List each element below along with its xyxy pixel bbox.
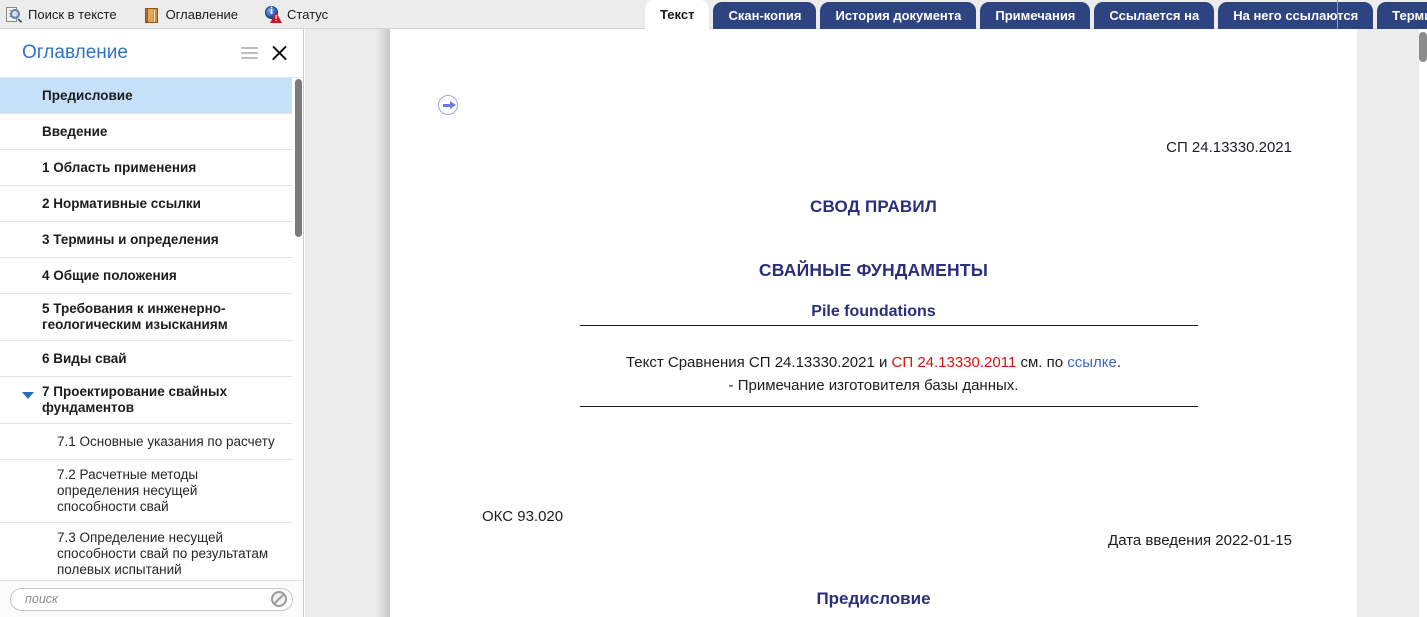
document-title-ru: СВАЙНЫЕ ФУНДАМЕНТЫ <box>758 260 989 280</box>
toc-search-wrapper <box>10 587 293 611</box>
tab-references-to[interactable]: Ссылается на <box>1094 2 1215 29</box>
top-toolbar: Поиск в тексте Оглавление Статус Текст С… <box>0 0 1427 29</box>
clear-circle-slash-icon[interactable] <box>271 590 287 607</box>
note-prefix: Текст Сравнения СП 24.13330.2021 и <box>625 354 892 371</box>
tab-references-to-label: Ссылается на <box>1109 8 1200 23</box>
search-document-icon <box>5 6 23 24</box>
hamburger-icon[interactable] <box>241 46 258 60</box>
book-icon <box>143 6 161 24</box>
toc-scroll-region: Предисловие Введение 1 Область применени… <box>0 77 303 580</box>
divider-bottom <box>580 406 1198 407</box>
tab-notes[interactable]: Примечания <box>980 2 1091 29</box>
toolbar-button-status-label: Статус <box>287 7 329 22</box>
close-icon[interactable] <box>269 43 289 63</box>
document-oks: ОКС 93.020 <box>482 508 564 525</box>
document-intro-date: Дата введения 2022-01-15 <box>1108 532 1292 549</box>
note-old-code: СП 24.13330.2011 <box>891 354 1017 371</box>
page-scrollbar[interactable] <box>1419 29 1427 617</box>
tab-scan-copy-label: Скан-копия <box>728 8 802 23</box>
tabbar-divider <box>1337 0 1338 29</box>
document-left-gutter <box>305 29 390 617</box>
toc-item-label: 4 Общие положения <box>42 267 177 283</box>
tab-text[interactable]: Текст <box>645 0 710 29</box>
toc-item-section-4[interactable]: 4 Общие положения <box>0 258 292 294</box>
document-comparison-note: Текст Сравнения СП 24.13330.2021 и СП 24… <box>390 351 1357 397</box>
toc-item-label: Введение <box>42 123 108 139</box>
tab-notes-label: Примечания <box>995 8 1076 23</box>
document-kind-heading: СВОД ПРАВИЛ <box>810 197 937 216</box>
toc-item-section-7-1[interactable]: 7.1 Основные указания по расчету <box>0 424 292 460</box>
toolbar-button-status[interactable]: Статус <box>259 0 337 29</box>
note-mid: см. по <box>1016 354 1068 371</box>
toc-item-section-7[interactable]: 7 Проектирование свайных фундаментов <box>0 377 292 424</box>
tab-terms[interactable]: Термины <box>1377 2 1427 29</box>
note-link[interactable]: ссылке <box>1067 354 1117 371</box>
note-line2: - Примечание изготовителя базы данных. <box>728 377 1019 394</box>
arrow-right-circle-icon[interactable] <box>438 95 458 115</box>
toolbar-button-text-search[interactable]: Поиск в тексте <box>0 0 126 29</box>
toolbar-button-contents-label: Оглавление <box>165 7 239 22</box>
toc-item-label: 6 Виды свай <box>42 350 127 366</box>
document-tabs: Текст Скан-копия История документа Приме… <box>645 0 1427 29</box>
toc-item-section-3[interactable]: 3 Термины и определения <box>0 222 292 258</box>
divider-top <box>580 325 1198 326</box>
document-title-en: Pile foundations <box>811 303 936 320</box>
toc-item-section-6[interactable]: 6 Виды свай <box>0 341 292 377</box>
toc-item-section-5[interactable]: 5 Требования к инженерно-геологическим и… <box>0 294 292 341</box>
tab-referenced-by-label: На него ссылаются <box>1233 8 1359 23</box>
toc-list: Предисловие Введение 1 Область применени… <box>0 78 292 580</box>
toc-scrollbar-thumb[interactable] <box>295 79 302 237</box>
toc-item-vvedenie[interactable]: Введение <box>0 114 292 150</box>
toc-item-section-7-2[interactable]: 7.2 Расчетные методы определения несущей… <box>0 460 292 523</box>
toolbar-button-text-search-label: Поиск в тексте <box>28 7 117 22</box>
document-viewer-app: Поиск в тексте Оглавление Статус Текст С… <box>0 0 1427 617</box>
toc-item-label: 5 Требования к инженерно-геологическим и… <box>42 301 228 332</box>
note-suffix: . <box>1116 354 1122 371</box>
toc-search-input[interactable] <box>10 587 293 611</box>
toc-item-label: 2 Нормативные ссылки <box>42 195 201 211</box>
toc-item-label: 7.1 Основные указания по расчету <box>57 433 275 449</box>
table-of-contents-panel: Оглавление Предисловие Введение 1 Област… <box>0 29 304 617</box>
toc-item-section-1[interactable]: 1 Область применения <box>0 150 292 186</box>
tab-document-history-label: История документа <box>835 8 962 23</box>
toolbar-button-contents[interactable]: Оглавление <box>138 0 247 29</box>
toc-item-label: 3 Термины и определения <box>42 231 219 247</box>
toc-item-label: 7 Проектирование свайных фундаментов <box>42 384 228 415</box>
document-page: СП 24.13330.2021 СВОД ПРАВИЛ СВАЙНЫЕ ФУН… <box>390 29 1357 617</box>
chevron-down-icon[interactable] <box>22 392 34 399</box>
toc-scrollbar[interactable] <box>294 78 303 580</box>
page-scrollbar-thumb[interactable] <box>1419 32 1427 62</box>
toc-item-label: 1 Область применения <box>42 159 197 175</box>
toc-item-section-7-3[interactable]: 7.3 Определение несущей способности свай… <box>0 523 292 580</box>
toc-item-label: 7.3 Определение несущей способности свай… <box>57 530 269 577</box>
toc-item-predislovie[interactable]: Предисловие <box>0 78 292 114</box>
tab-referenced-by[interactable]: На него ссылаются <box>1218 2 1374 29</box>
sidebar-title: Оглавление <box>22 42 128 63</box>
toc-item-label: 7.2 Расчетные методы определения несущей… <box>57 467 199 514</box>
status-info-warning-icon <box>264 5 283 24</box>
document-code: СП 24.13330.2021 <box>1166 139 1292 156</box>
toolbar-buttons: Поиск в тексте Оглавление Статус <box>0 0 337 29</box>
sidebar-footer <box>0 580 303 617</box>
sidebar-header: Оглавление <box>0 29 303 77</box>
document-section-heading: Предисловие <box>816 589 931 608</box>
toc-item-label: Предисловие <box>42 87 133 103</box>
tab-text-label: Текст <box>660 7 695 22</box>
tab-terms-label: Термины <box>1392 8 1427 23</box>
tab-scan-copy[interactable]: Скан-копия <box>713 2 817 29</box>
document-viewport: СП 24.13330.2021 СВОД ПРАВИЛ СВАЙНЫЕ ФУН… <box>305 29 1427 617</box>
sidebar-header-actions <box>241 43 289 63</box>
toc-item-section-2[interactable]: 2 Нормативные ссылки <box>0 186 292 222</box>
tab-document-history[interactable]: История документа <box>820 2 977 29</box>
document-right-gutter <box>1357 29 1427 617</box>
